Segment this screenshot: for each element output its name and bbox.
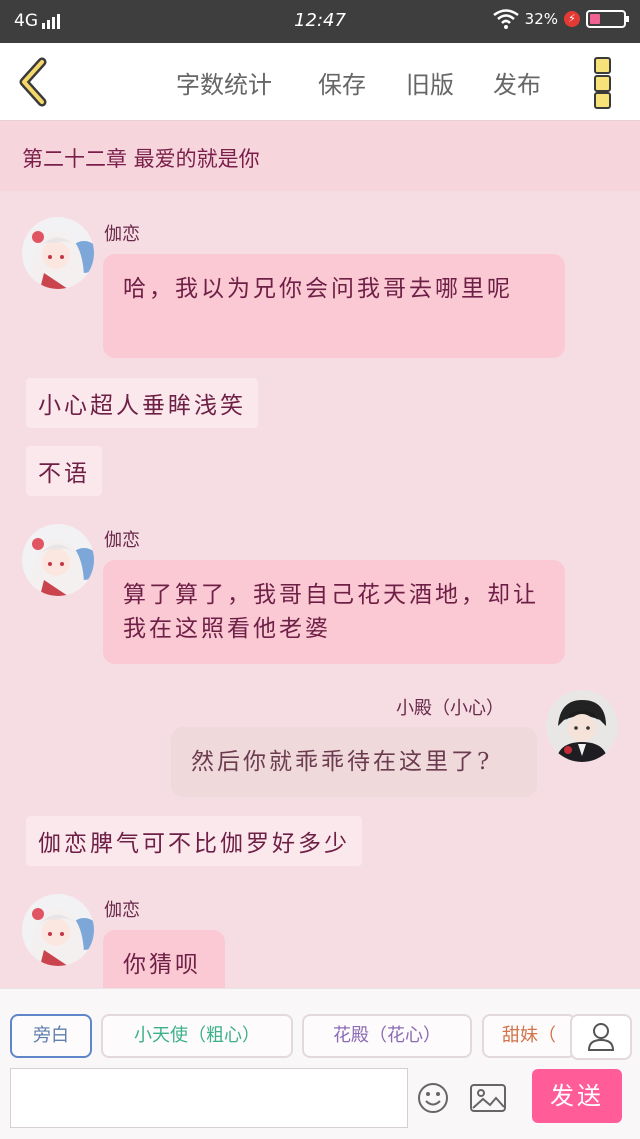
status-right: 32% ⚡ [492, 9, 629, 29]
chevron-left-icon [19, 57, 47, 107]
wifi-icon [492, 9, 519, 29]
sender-name: 伽恋 [104, 224, 140, 245]
chat-area[interactable]: 伽恋 哈，我以为兄你会问我哥去哪里呢 小心超人垂眸浅笑 不语 伽恋 算了算了，我… [0, 192, 640, 988]
chapter-title[interactable]: 第二十二章 最爱的就是你 [0, 121, 640, 191]
top-toolbar: 字数统计 保存 旧版 发布 [0, 43, 640, 121]
publish-button[interactable]: 发布 [493, 65, 541, 100]
role-manage-button[interactable] [570, 1014, 632, 1060]
role-tab-tian-mei[interactable]: 甜妹（ [482, 1014, 576, 1058]
avatar[interactable] [22, 894, 94, 966]
narration-text[interactable]: 小心超人垂眸浅笑 [26, 378, 258, 428]
user-icon [587, 1023, 615, 1051]
girl-avatar-icon [22, 524, 94, 596]
battery-icon [586, 10, 629, 28]
message-bubble[interactable]: 然后你就乖乖待在这里了? [171, 727, 537, 797]
battery-fill [590, 14, 600, 24]
message-bubble[interactable]: 哈，我以为兄你会问我哥去哪里呢 [103, 254, 565, 358]
message-bubble[interactable]: 你猜呗 [103, 930, 225, 988]
avatar[interactable] [22, 217, 94, 289]
message-input[interactable] [10, 1068, 408, 1128]
back-button[interactable] [14, 57, 54, 107]
image-button[interactable] [468, 1081, 508, 1115]
role-tab-hua-dian[interactable]: 花殿（花心） [302, 1014, 472, 1058]
message-bubble[interactable]: 算了算了，我哥自己花天酒地，却让我在这照看他老婆 [103, 560, 565, 664]
avatar[interactable] [546, 690, 618, 762]
more-vertical-icon[interactable] [594, 57, 616, 109]
sender-name: 伽恋 [104, 900, 140, 921]
role-tab-narrator[interactable]: 旁白 [10, 1014, 92, 1058]
boy-avatar-icon [546, 690, 618, 762]
role-tab-little-angel[interactable]: 小天使（粗心） [101, 1014, 293, 1058]
save-button[interactable]: 保存 [318, 65, 366, 100]
sender-name: 小殿（小心） [396, 698, 504, 719]
narration-text[interactable]: 伽恋脾气可不比伽罗好多少 [26, 816, 362, 866]
narration-text[interactable]: 不语 [26, 446, 102, 496]
charging-icon: ⚡ [564, 11, 580, 27]
avatar[interactable] [22, 524, 94, 596]
word-count-button[interactable]: 字数统计 [176, 65, 272, 100]
sender-name: 伽恋 [104, 530, 140, 551]
battery-percent: 32% [524, 10, 558, 28]
emoji-icon [418, 1083, 448, 1113]
old-version-button[interactable]: 旧版 [406, 65, 454, 100]
status-bar: 4G 12:47 32% ⚡ [0, 0, 640, 43]
image-icon [470, 1084, 506, 1112]
composer-panel: 旁白 小天使（粗心） 花殿（花心） 甜妹（ 发送 [0, 988, 640, 1139]
girl-avatar-icon [22, 217, 94, 289]
girl-avatar-icon [22, 894, 94, 966]
send-button[interactable]: 发送 [532, 1069, 622, 1123]
emoji-button[interactable] [416, 1081, 450, 1115]
